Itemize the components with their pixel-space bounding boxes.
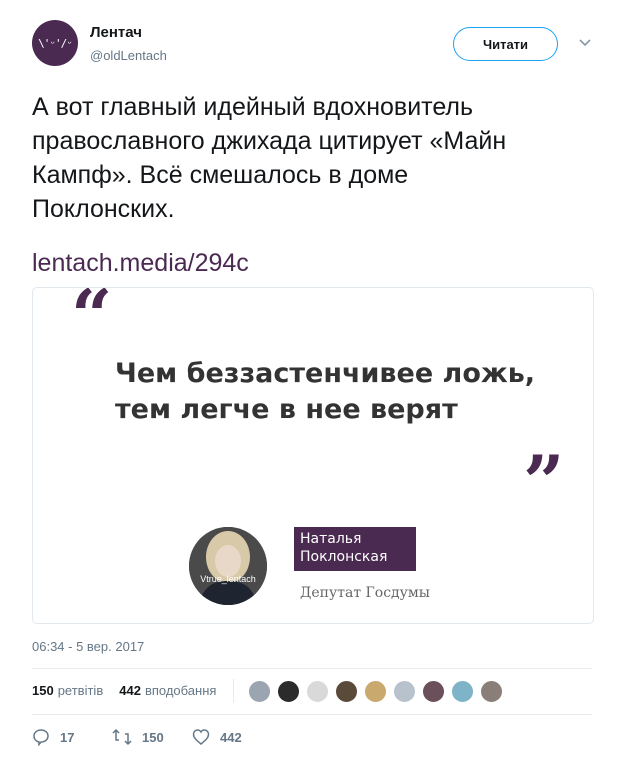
liker-avatar[interactable] xyxy=(277,680,300,703)
stats-divider xyxy=(233,679,234,703)
divider xyxy=(32,714,592,715)
like-action[interactable]: 442 xyxy=(192,728,242,746)
tweet-image-card[interactable]: “ Чем беззастенчивее ложь, тем легче в н… xyxy=(32,287,594,624)
retweets-label[interactable]: ретвітів xyxy=(58,683,104,698)
retweet-count: 150 xyxy=(142,729,164,745)
reply-count: 17 xyxy=(60,729,75,745)
chevron-down-icon[interactable] xyxy=(578,36,592,50)
liker-avatar[interactable] xyxy=(393,680,416,703)
person-first-name: Наталья xyxy=(300,531,362,547)
tweet-text-line: Поклонских. xyxy=(32,195,175,223)
reply-action[interactable]: 17 xyxy=(32,728,74,746)
portrait-image xyxy=(189,527,267,605)
divider xyxy=(32,668,592,669)
person-role: Депутат Госдумы xyxy=(300,585,430,601)
open-quote-mark: “ xyxy=(71,287,113,358)
tweet-text-line: А вот главный идейный вдохновитель xyxy=(32,93,474,121)
liker-avatar[interactable] xyxy=(451,680,474,703)
liker-avatar[interactable] xyxy=(306,680,329,703)
reply-icon[interactable] xyxy=(32,728,50,746)
tweet-text: А вот главный идейный вдохновитель право… xyxy=(32,90,592,226)
likes-count[interactable]: 442 xyxy=(119,683,141,698)
avatar[interactable]: \'ᵕ'/ᵕ xyxy=(32,20,78,66)
like-count: 442 xyxy=(220,729,242,745)
tweet-stats: 150 ретвітів 442 вподобання xyxy=(32,683,216,698)
tweet-header: \'ᵕ'/ᵕ Лентач @oldLentach Читати xyxy=(32,20,602,68)
tweet-text-line: православного джихада цитирует «Майн xyxy=(32,127,507,155)
portrait-photo: Vtrue_lentach xyxy=(189,527,267,605)
person-name-plate: Наталья Поклонская xyxy=(294,527,416,571)
quote-text-line: Чем беззастенчивее ложь, xyxy=(115,358,536,389)
retweet-icon[interactable] xyxy=(112,728,132,746)
tweet-text-line: Кампф». Всё смешалось в доме xyxy=(32,161,409,189)
liker-avatar[interactable] xyxy=(248,680,271,703)
watermark-text: Vtrue_lentach xyxy=(200,574,256,584)
close-quote-mark: ” xyxy=(523,439,565,524)
person-last-name: Поклонская xyxy=(300,549,388,565)
tweet-timestamp[interactable]: 06:34 - 5 вер. 2017 xyxy=(32,639,144,654)
heart-icon[interactable] xyxy=(192,728,210,746)
liker-avatar[interactable] xyxy=(480,680,503,703)
liker-avatar[interactable] xyxy=(364,680,387,703)
likes-label[interactable]: вподобання xyxy=(145,683,216,698)
follow-button[interactable]: Читати xyxy=(453,27,558,61)
account-name[interactable]: Лентач xyxy=(90,24,142,41)
account-handle[interactable]: @oldLentach xyxy=(90,48,167,63)
avatar-logo: \'ᵕ'/ᵕ xyxy=(38,36,73,50)
tweet-link[interactable]: lentach.media/294c xyxy=(32,246,249,280)
liker-avatar[interactable] xyxy=(335,680,358,703)
retweets-count[interactable]: 150 xyxy=(32,683,54,698)
liker-avatar[interactable] xyxy=(422,680,445,703)
quote-text-line: тем легче в нее верят xyxy=(115,394,458,425)
retweet-action[interactable]: 150 xyxy=(112,728,164,746)
